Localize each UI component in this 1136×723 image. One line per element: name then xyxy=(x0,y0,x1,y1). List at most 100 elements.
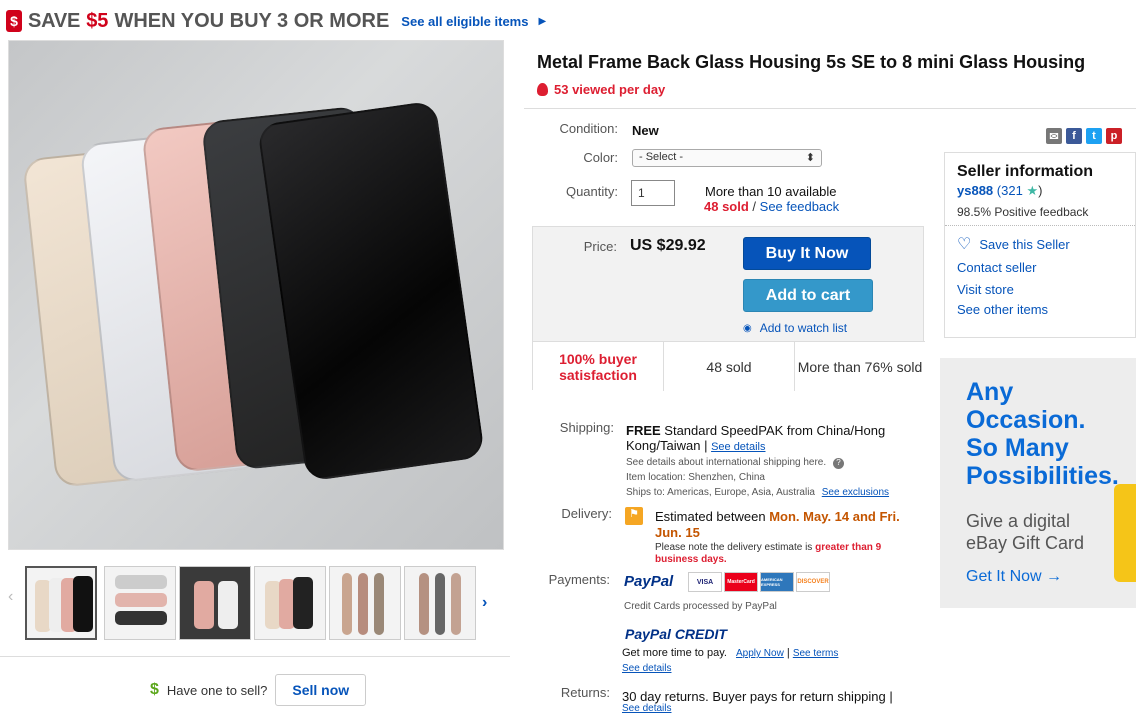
condition-value: New xyxy=(632,123,659,138)
divider xyxy=(0,656,510,657)
seller-feedback: 98.5% Positive feedback xyxy=(957,205,1089,219)
quantity-label: Quantity: xyxy=(565,184,618,199)
price-value: US $29.92 xyxy=(630,237,706,254)
promo-condition: WHEN YOU BUY 3 OR MORE xyxy=(114,9,390,32)
shipping-free: FREE xyxy=(626,423,661,438)
ad-line-3: Possibilities. xyxy=(966,462,1119,490)
heart-icon: ♡ xyxy=(957,236,972,253)
ships-to: Ships to: Americas, Europe, Asia, Austra… xyxy=(626,487,889,498)
delivery-prefix: Estimated between xyxy=(655,509,766,524)
available-text: More than 10 available xyxy=(705,184,837,199)
watch-list-text: Add to watch list xyxy=(759,321,848,335)
sell-now-button[interactable]: Sell now xyxy=(275,674,367,706)
facebook-icon[interactable]: f xyxy=(1066,128,1082,144)
condition-label: Condition: xyxy=(559,121,618,136)
main-product-image[interactable] xyxy=(8,40,504,550)
returns-details-link[interactable]: See details xyxy=(622,703,671,714)
quantity-input[interactable]: 1 xyxy=(631,180,675,206)
cards-note: Credit Cards processed by PayPal xyxy=(624,601,777,612)
see-eligible-items-link[interactable]: See all eligible items xyxy=(401,14,528,29)
thumbnail-4[interactable] xyxy=(254,566,326,640)
thumbnail-strip: ‹ › xyxy=(8,562,508,646)
save-seller-link[interactable]: ♡ Save this Seller xyxy=(957,234,1123,254)
dollar-tag-icon: $ xyxy=(6,10,22,32)
seller-score-end: ) xyxy=(1038,183,1043,198)
promo-amount: $5 xyxy=(86,9,109,32)
thumbnail-5[interactable] xyxy=(329,566,401,640)
gift-card-ad[interactable]: Any Occasion. So Many Possibilities. Giv… xyxy=(940,358,1136,608)
listing-title: Metal Frame Back Glass Housing 5s SE to … xyxy=(537,52,1086,72)
select-arrows-icon: ⬍ xyxy=(805,152,815,164)
email-icon[interactable]: ✉ xyxy=(1046,128,1062,144)
see-exclusions-link[interactable]: See exclusions xyxy=(822,487,889,498)
chevron-left-icon[interactable]: ‹ xyxy=(8,588,13,606)
thumbnail-3[interactable] xyxy=(179,566,251,640)
twitter-icon[interactable]: t xyxy=(1086,128,1102,144)
arrow-right-icon: ▶ xyxy=(538,15,547,27)
ad-sub-2: eBay Gift Card xyxy=(966,533,1085,553)
viewed-per-day: 53 viewed per day xyxy=(554,82,666,97)
paypal-credit-line: Get more time to pay. Apply Now | See te… xyxy=(622,647,839,659)
contact-seller-link[interactable]: Contact seller xyxy=(957,260,1123,275)
intl-shipping-note: See details about international shipping… xyxy=(626,457,844,469)
paypal-credit-logo: PayPal CREDIT xyxy=(625,626,727,642)
promo-save: SAVE xyxy=(28,9,81,32)
eye-icon: ◉ xyxy=(743,322,752,334)
payments-label: Payments: xyxy=(548,572,610,587)
more-time-text: Get more time to pay. xyxy=(622,647,727,659)
promo-banner: $ SAVE $5 WHEN YOU BUY 3 OR MORE See all… xyxy=(6,6,546,36)
amex-icon: AMERICAN EXPRESS xyxy=(760,572,794,592)
pinterest-icon[interactable]: p xyxy=(1106,128,1122,144)
seller-score[interactable]: (321 xyxy=(997,183,1023,198)
shipping-info: FREE Standard SpeedPAK from China/Hong K… xyxy=(626,423,886,453)
shipping-details-link[interactable]: See details xyxy=(711,441,765,453)
returns-label: Returns: xyxy=(560,685,610,700)
color-select-value: - Select - xyxy=(639,151,684,163)
buy-it-now-button[interactable]: Buy It Now xyxy=(743,237,871,270)
seller-name-link[interactable]: ys888 xyxy=(957,183,993,198)
see-other-items-link[interactable]: See other items xyxy=(957,302,1123,317)
add-to-cart-button[interactable]: Add to cart xyxy=(743,279,873,312)
divider xyxy=(524,108,1136,109)
sold-count[interactable]: 48 sold xyxy=(704,199,749,214)
card-logos: VISA MasterCard AMERICAN EXPRESS DISCOVE… xyxy=(688,572,830,592)
payments-details-link[interactable]: See details xyxy=(622,663,671,674)
visit-store-link[interactable]: Visit store xyxy=(957,282,1123,297)
thumbnail-2[interactable] xyxy=(104,566,176,640)
delivery-note-text: Please note the delivery estimate is xyxy=(655,542,813,553)
stat-sold: 48 sold xyxy=(664,342,795,391)
shipping-label: Shipping: xyxy=(559,420,614,435)
seller-name-line: ys888 (321 ★) xyxy=(957,183,1123,199)
color-select[interactable]: - Select - ⬍ xyxy=(632,149,822,167)
ships-to-text: Ships to: Americas, Europe, Asia, Austra… xyxy=(626,487,815,498)
chevron-right-icon[interactable]: › xyxy=(482,594,487,612)
share-icons: ✉ f t p xyxy=(1046,128,1122,144)
item-location: Item location: Shenzhen, China xyxy=(626,472,765,483)
see-feedback-link[interactable]: See feedback xyxy=(760,199,840,214)
stat-percent-sold: More than 76% sold xyxy=(797,358,923,375)
mastercard-icon: MasterCard xyxy=(724,572,758,592)
delivery-label: Delivery: xyxy=(561,506,612,521)
flag-icon: ⚑ xyxy=(625,507,643,525)
delivery-note: Please note the delivery estimate is gre… xyxy=(655,542,915,566)
watch-list-link[interactable]: ◉ Add to watch list xyxy=(743,321,847,335)
see-terms-link[interactable]: See terms xyxy=(793,648,839,659)
stat-satisfaction: 100% buyer satisfaction xyxy=(533,342,664,391)
price-label: Price: xyxy=(583,239,617,254)
ad-line-2: So Many xyxy=(966,434,1069,462)
delivery-estimate: Estimated between Mon. May. 14 and Fri. … xyxy=(655,509,915,541)
thumbnail-1[interactable] xyxy=(25,566,97,640)
ad-sub-1: Give a digital xyxy=(966,511,1071,531)
discover-icon: DISCOVER xyxy=(796,572,830,592)
help-icon[interactable]: ? xyxy=(832,458,844,469)
apply-now-link[interactable]: Apply Now xyxy=(736,648,784,659)
seller-heading: Seller information xyxy=(957,163,1094,180)
intl-note-text: See details about international shipping… xyxy=(626,457,827,468)
returns-text: 30 day returns. Buyer pays for return sh… xyxy=(622,689,893,704)
ad-cta[interactable]: Get It Now → xyxy=(966,568,1136,586)
sell-box: $ Have one to sell? Sell now xyxy=(150,674,367,706)
thumbnail-6[interactable] xyxy=(404,566,476,640)
save-seller-text: Save this Seller xyxy=(979,236,1070,252)
star-icon: ★ xyxy=(1026,183,1039,198)
paypal-logo: PayPal xyxy=(624,573,674,590)
